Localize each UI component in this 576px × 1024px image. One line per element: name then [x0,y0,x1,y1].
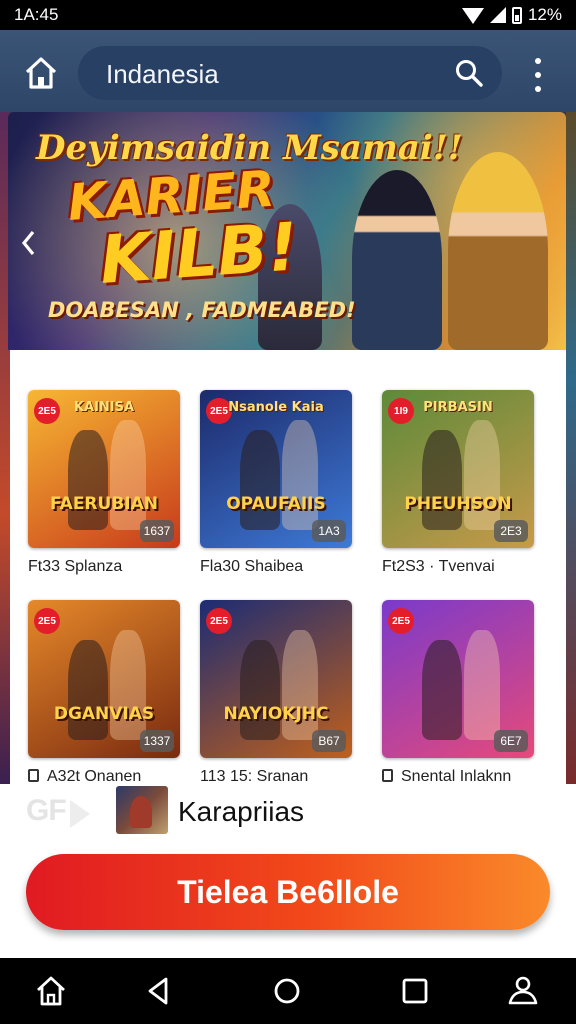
circle-home-icon[interactable] [270,974,304,1008]
battery-level: 12% [527,5,562,24]
recents-icon[interactable] [398,974,432,1008]
game-tile[interactable]: 2E5 6E7 [382,600,534,758]
tile-caption[interactable]: Fla30 Shaibea [200,558,303,576]
status-bar: 1A:45 12% [0,0,576,30]
banner-tagline: DOABESAN , FADMEABED! [48,298,356,322]
side-background-right [566,112,576,784]
banner-hero-figure [352,170,442,350]
character-figure [422,640,462,740]
more-options-icon[interactable] [528,58,548,92]
wifi-icon [461,8,484,24]
banner-hero-figure [448,152,548,350]
character-figure [422,430,462,530]
tile-caption[interactable]: Ft2S3 · Tvenvai [382,558,495,576]
game-tile[interactable]: 1I9 PIRBASIN PHEUHSON 2E3 [382,390,534,548]
arrow-right-icon [70,800,90,828]
accessibility-icon[interactable] [506,974,540,1008]
search-bar[interactable]: Indanesia [78,46,502,100]
back-icon[interactable] [142,974,176,1008]
tile-badge: 2E5 [388,608,414,634]
tile-count: 1A3 [312,520,346,542]
featured-label[interactable]: Karapriias [178,796,304,828]
character-figure [68,430,108,530]
tile-subtitle: PHEUHSON [404,494,512,514]
tile-subtitle: NAYIOKJHC [223,704,329,724]
battery-icon [511,6,522,24]
tile-caption-text: Ft2S3 · Tvenvai [382,558,495,575]
game-grid: 2E5 KAINISA FAERUBIAN 1637 Ft33 Splanza 2E5 Ns… [10,350,566,784]
tile-badge: 2E5 [34,608,60,634]
tile-count: 6E7 [494,730,528,752]
status-icons: 12% [461,5,562,25]
game-tile[interactable]: 2E5 KAINISA FAERUBIAN 1637 [28,390,180,548]
tile-caption-text: Snental Inlaknn [401,768,512,784]
home-icon[interactable] [22,54,60,92]
signal-icon [489,7,506,23]
character-figure [240,640,280,740]
character-figure [68,640,108,740]
tile-title: PIRBASIN [423,400,493,415]
search-input[interactable]: Indanesia [106,59,219,90]
tile-caption-text: Fla30 Shaibea [200,558,304,575]
tile-caption-text: A32t Onanen [47,768,142,784]
game-tile[interactable]: 2E5 DGANVIAS 1337 [28,600,180,758]
game-tile[interactable]: 2E5 NAYIOKJHC B67 [200,600,352,758]
chevron-left-icon[interactable] [20,230,38,256]
tile-title: KAINISA [73,400,135,415]
tile-caption[interactable]: Ft33 Splanza [28,558,122,576]
character-figure [240,430,280,530]
game-tile[interactable]: 2E5 Nsanole Kaia OPAUFAIIS 1A3 [200,390,352,548]
tile-subtitle: OPAUFAIIS [226,494,326,514]
checkbox-icon[interactable] [28,769,39,782]
cta-button[interactable]: Tielea Be6llole [26,854,550,930]
tile-count: 1337 [140,730,174,752]
tile-caption-text: Ft33 Splanza [28,558,123,575]
featured-thumbnail[interactable] [116,786,168,834]
tile-title: Nsanole Kaia [228,400,324,415]
tile-badge: 2E5 [206,608,232,634]
tile-count: 1637 [140,520,174,542]
tile-subtitle: DGANVIAS [53,704,155,724]
tile-caption[interactable]: A32t Onanen [28,768,141,784]
tile-caption[interactable]: Snental Inlaknn [382,768,511,784]
tile-caption-text: 113 15: Sranan [200,768,309,784]
checkbox-icon[interactable] [382,769,393,782]
home-icon[interactable] [34,974,68,1008]
system-nav-bar [0,958,576,1024]
tile-subtitle: FAERUBIAN [50,494,158,514]
bottom-panel: GF Karapriias Tielea Be6llole [0,784,576,958]
status-time: 1A:45 [14,5,59,24]
banner-headline-2: KILB! [97,208,301,299]
promo-banner[interactable]: Deyimsaidin Msamai!! KARIER KILB! DOABES… [8,112,566,350]
gf-logo: GF [26,794,67,827]
search-icon[interactable] [454,58,484,88]
character-figure [464,630,500,740]
cta-label: Tielea Be6llole [177,873,399,910]
tile-count: 2E3 [494,520,528,542]
app-bar: Indanesia [0,30,576,112]
tile-caption[interactable]: 113 15: Sranan [200,768,308,784]
tile-count: B67 [312,730,346,752]
